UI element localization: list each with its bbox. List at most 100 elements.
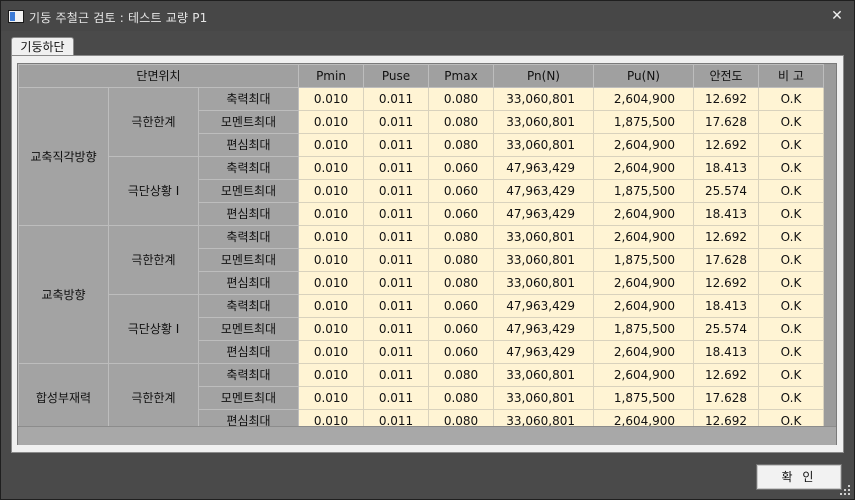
cell-remark[interactable]: O.K [758,87,824,111]
cell-pn[interactable]: 33,060,801 [493,225,594,249]
cell-pu[interactable]: 2,604,900 [593,294,694,318]
title-bar[interactable]: 기둥 주철근 검토 : 테스트 교량 P1 ✕ [1,1,854,31]
cell-puse[interactable]: 0.011 [363,225,429,249]
cell-pmax[interactable]: 0.080 [428,271,494,295]
cell-remark[interactable]: O.K [758,386,824,410]
cell-pn[interactable]: 33,060,801 [493,133,594,157]
cell-pmax[interactable]: 0.080 [428,87,494,111]
cell-safety[interactable]: 17.628 [693,110,759,134]
cell-puse[interactable]: 0.011 [363,271,429,295]
cell-pmin[interactable]: 0.010 [298,294,364,318]
cell-pu[interactable]: 2,604,900 [593,87,694,111]
cell-remark[interactable]: O.K [758,294,824,318]
table-row[interactable]: 극단상황 I 축력최대 0.010 0.011 0.060 47,963,429 2,604… [19,294,824,364]
cell-pn[interactable]: 33,060,801 [493,87,594,111]
cell-pn[interactable]: 33,060,801 [493,363,594,387]
cell-pmin[interactable]: 0.010 [298,317,364,341]
cell-pmin[interactable]: 0.010 [298,133,364,157]
cell-pmin[interactable]: 0.010 [298,363,364,387]
cell-pmin[interactable]: 0.010 [298,225,364,249]
cell-pmax[interactable]: 0.060 [428,156,494,180]
cell-pmax[interactable]: 0.080 [428,248,494,272]
cell-pmin[interactable]: 0.010 [298,248,364,272]
cell-puse[interactable]: 0.011 [363,110,429,134]
cell-pu[interactable]: 2,604,900 [593,133,694,157]
cell-pmax[interactable]: 0.080 [428,225,494,249]
tab-column-bottom[interactable]: 기둥하단 [11,37,74,57]
cell-safety[interactable]: 18.413 [693,202,759,226]
cell-pmin[interactable]: 0.010 [298,386,364,410]
header-safety[interactable]: 안전도 [693,64,759,88]
cell-pn[interactable]: 33,060,801 [493,248,594,272]
cell-pmax[interactable]: 0.080 [428,110,494,134]
close-icon[interactable]: ✕ [828,7,846,25]
cell-pn[interactable]: 47,963,429 [493,156,594,180]
resize-grip-icon[interactable] [840,485,850,495]
cell-safety[interactable]: 17.628 [693,386,759,410]
cell-pn[interactable]: 33,060,801 [493,110,594,134]
cell-pu[interactable]: 1,875,500 [593,179,694,203]
cell-pu[interactable]: 1,875,500 [593,386,694,410]
header-pmin[interactable]: Pmin [298,64,364,88]
cell-pmax[interactable]: 0.060 [428,179,494,203]
cell-puse[interactable]: 0.011 [363,340,429,364]
cell-safety[interactable]: 12.692 [693,225,759,249]
cell-safety[interactable]: 18.413 [693,294,759,318]
cell-pmin[interactable]: 0.010 [298,340,364,364]
cell-puse[interactable]: 0.011 [363,87,429,111]
cell-safety[interactable]: 18.413 [693,156,759,180]
cell-safety[interactable]: 12.692 [693,87,759,111]
cell-puse[interactable]: 0.011 [363,156,429,180]
header-section[interactable]: 단면위치 [18,64,299,88]
cell-safety[interactable]: 17.628 [693,248,759,272]
cell-safety[interactable]: 12.692 [693,363,759,387]
cell-pmax[interactable]: 0.060 [428,202,494,226]
table-row[interactable]: 합성부재력 극한한계 축력최대 0.010 0.011 0.080 33,060,801 2,… [18,363,824,433]
cell-puse[interactable]: 0.011 [363,133,429,157]
cell-pu[interactable]: 1,875,500 [593,248,694,272]
cell-puse[interactable]: 0.011 [363,179,429,203]
cell-pn[interactable]: 47,963,429 [493,317,594,341]
cell-pu[interactable]: 1,875,500 [593,317,694,341]
cell-safety[interactable]: 18.413 [693,340,759,364]
cell-remark[interactable]: O.K [758,317,824,341]
cell-pmin[interactable]: 0.010 [298,110,364,134]
cell-pn[interactable]: 33,060,801 [493,386,594,410]
cell-remark[interactable]: O.K [758,110,824,134]
cell-pu[interactable]: 2,604,900 [593,271,694,295]
cell-pmax[interactable]: 0.080 [428,133,494,157]
cell-remark[interactable]: O.K [758,225,824,249]
cell-puse[interactable]: 0.011 [363,363,429,387]
header-pn[interactable]: Pn(N) [493,64,594,88]
result-grid[interactable]: 단면위치 Pmin Puse Pmax Pn(N) Pu(N) 안전도 비 고 … [17,63,837,445]
cell-pmin[interactable]: 0.010 [298,202,364,226]
cell-pu[interactable]: 2,604,900 [593,156,694,180]
cell-pmin[interactable]: 0.010 [298,179,364,203]
cell-safety[interactable]: 12.692 [693,133,759,157]
ok-button[interactable]: 확 인 [756,464,842,490]
cell-pn[interactable]: 47,963,429 [493,294,594,318]
cell-pmin[interactable]: 0.010 [298,271,364,295]
cell-pu[interactable]: 1,875,500 [593,110,694,134]
cell-safety[interactable]: 12.692 [693,271,759,295]
cell-puse[interactable]: 0.011 [363,202,429,226]
header-pmax[interactable]: Pmax [428,64,494,88]
cell-pmax[interactable]: 0.060 [428,317,494,341]
cell-pmax[interactable]: 0.060 [428,340,494,364]
cell-pn[interactable]: 47,963,429 [493,179,594,203]
cell-remark[interactable]: O.K [758,340,824,364]
cell-pn[interactable]: 47,963,429 [493,202,594,226]
cell-pmax[interactable]: 0.080 [428,386,494,410]
cell-puse[interactable]: 0.011 [363,294,429,318]
cell-remark[interactable]: O.K [758,133,824,157]
cell-pmax[interactable]: 0.060 [428,294,494,318]
cell-puse[interactable]: 0.011 [363,248,429,272]
cell-pmin[interactable]: 0.010 [298,87,364,111]
table-row[interactable]: 극단상황 I 축력최대 0.010 0.011 0.060 47,963,429 2,604… [19,156,824,226]
cell-remark[interactable]: O.K [758,202,824,226]
cell-pn[interactable]: 47,963,429 [493,340,594,364]
table-row[interactable]: 교축방향 극한한계 축력최대 0.010 0.011 0.080 33,060,801 2,6… [18,225,824,364]
cell-pn[interactable]: 33,060,801 [493,271,594,295]
cell-pu[interactable]: 2,604,900 [593,340,694,364]
table-row[interactable]: 교축직각방향 극한한계 축력최대 0.010 0.011 0.080 33,060,801 2… [18,87,824,226]
